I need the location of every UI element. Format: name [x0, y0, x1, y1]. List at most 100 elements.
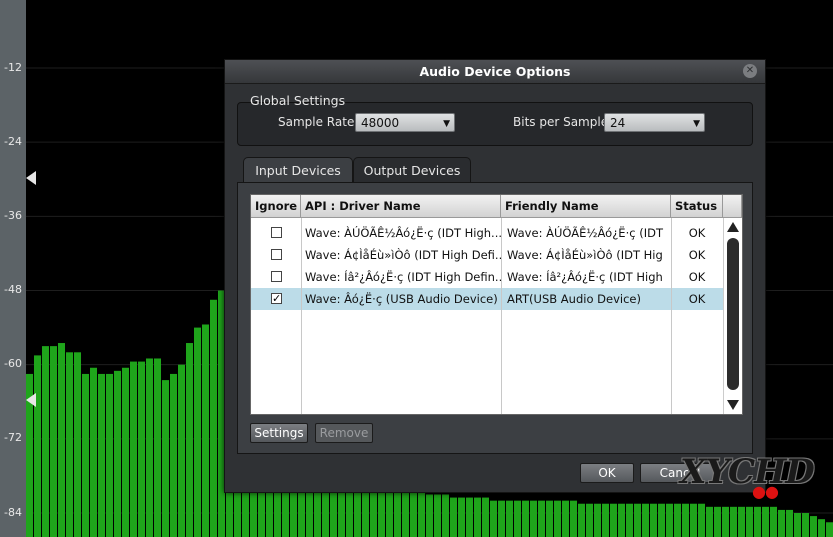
column-header-status[interactable]: Status [671, 195, 723, 218]
scroll-down-icon[interactable] [727, 400, 739, 410]
column-header-driver-name[interactable]: API : Driver Name [301, 195, 501, 218]
spectrum-bar [618, 503, 625, 537]
friendly-name-cell: Wave: Íâ²¿Âó¿Ë·ç (IDT High [507, 270, 663, 284]
close-icon[interactable]: ✕ [743, 64, 757, 78]
spectrum-bar [474, 497, 481, 537]
spectrum-bar [570, 500, 577, 537]
axis-label: -60 [4, 357, 22, 370]
spectrum-bar [98, 373, 105, 537]
spectrum-bar [106, 373, 113, 537]
spectrum-bar [578, 503, 585, 537]
spectrum-bar [746, 506, 753, 537]
scroll-up-icon[interactable] [727, 222, 739, 232]
tab-input-devices[interactable]: Input Devices [243, 157, 353, 183]
spectrum-bar [130, 361, 137, 537]
watermark-logo: XYCHD ●● [680, 452, 815, 501]
spectrum-bar [522, 500, 529, 537]
axis-label: -84 [4, 506, 22, 519]
ignore-checkbox[interactable] [271, 271, 282, 282]
friendly-name-cell: ART(USB Audio Device) [507, 292, 641, 306]
spectrum-bar [66, 352, 73, 537]
sample-rate-select[interactable]: 48000 ▼ [355, 113, 455, 132]
table-row-selected[interactable]: ✓ Wave: Âó¿Ë·ç (USB Audio Device) ART(US… [251, 288, 723, 310]
spectrum-bar [610, 503, 617, 537]
column-header-ignore[interactable]: Ignore [251, 195, 301, 218]
dialog-title: Audio Device Options [419, 64, 571, 79]
dialog-titlebar[interactable]: Audio Device Options ✕ [225, 60, 765, 84]
spectrum-bar [802, 513, 809, 537]
level-axis: -12 -24 -36 -48 -60 -72 -84 [0, 0, 26, 537]
tab-output-devices[interactable]: Output Devices [353, 157, 471, 183]
spectrum-bar [730, 506, 737, 537]
spectrum-bar [642, 503, 649, 537]
spectrum-bar [658, 503, 665, 537]
spectrum-bar [674, 503, 681, 537]
table-row[interactable]: Wave: Íâ²¿Âó¿Ë·ç (IDT High Defin... Wave… [251, 266, 723, 288]
table-scrollbar[interactable] [723, 218, 742, 414]
spectrum-bar [682, 503, 689, 537]
spectrum-bar [738, 506, 745, 537]
global-settings-title: Global Settings [250, 93, 346, 108]
input-devices-panel: Ignore API : Driver Name Friendly Name S… [237, 182, 753, 454]
status-cell: OK [688, 226, 706, 240]
spectrum-bar [698, 503, 705, 537]
spectrum-bar [42, 346, 49, 537]
spectrum-bar [722, 506, 729, 537]
column-divider [501, 218, 502, 414]
spectrum-bar [442, 494, 449, 537]
spectrum-bar [466, 497, 473, 537]
spectrum-bar [810, 516, 817, 537]
spectrum-bar [186, 343, 193, 537]
spectrum-bar [58, 343, 65, 537]
device-table: Ignore API : Driver Name Friendly Name S… [250, 194, 743, 415]
spectrum-bar [498, 500, 505, 537]
column-header-friendly-name[interactable]: Friendly Name [501, 195, 671, 218]
spectrum-bar [706, 506, 713, 537]
status-cell: OK [688, 270, 706, 284]
spectrum-bar [690, 503, 697, 537]
spectrum-bar [426, 494, 433, 537]
spectrum-bar [34, 355, 41, 537]
scrollbar-thumb[interactable] [727, 238, 739, 390]
spectrum-bar [210, 299, 217, 537]
bits-per-sample-label: Bits per Sample: [513, 115, 613, 129]
spectrum-bar [818, 519, 825, 537]
spectrum-bar [122, 367, 129, 537]
spectrum-bar [666, 503, 673, 537]
spectrum-bar [786, 509, 793, 537]
spectrum-bar [514, 500, 521, 537]
table-row[interactable]: Wave: Á¢ÌåÉù»ìÒô (IDT High Defi... Wave:… [251, 244, 723, 266]
axis-label: -12 [4, 61, 22, 74]
bits-per-sample-select[interactable]: 24 ▼ [604, 113, 705, 132]
spectrum-bar [714, 506, 721, 537]
spectrum-bar [562, 500, 569, 537]
ignore-checkbox[interactable] [271, 249, 282, 260]
settings-button[interactable]: Settings [250, 423, 308, 443]
axis-label: -24 [4, 135, 22, 148]
spectrum-bar [458, 497, 465, 537]
spectrum-bar [202, 324, 209, 537]
axis-label: -48 [4, 283, 22, 296]
spectrum-bar [826, 522, 833, 537]
spectrum-bar [74, 352, 81, 537]
column-header-spacer [723, 195, 742, 218]
spectrum-bar [490, 500, 497, 537]
remove-button[interactable]: Remove [315, 423, 373, 443]
level-marker-handle[interactable] [26, 392, 40, 408]
table-row[interactable]: Wave: ÀÚÖÃÊ½Âó¿Ë·ç (IDT High... Wave: ÀÚ… [251, 222, 723, 244]
spectrum-bar [530, 500, 537, 537]
spectrum-bar [154, 358, 161, 537]
ok-button[interactable]: OK [580, 463, 634, 483]
level-marker-handle[interactable] [26, 170, 40, 186]
spectrum-bar [586, 503, 593, 537]
spectrum-bar [90, 367, 97, 537]
spectrum-bar [146, 358, 153, 537]
column-divider [301, 218, 302, 414]
status-cell: OK [688, 292, 706, 306]
spectrum-bar [178, 364, 185, 537]
ignore-checkbox-checked[interactable]: ✓ [271, 293, 282, 304]
ignore-checkbox[interactable] [271, 227, 282, 238]
spectrum-bar [778, 509, 785, 537]
spectrum-bar [482, 497, 489, 537]
spectrum-bar [506, 500, 513, 537]
